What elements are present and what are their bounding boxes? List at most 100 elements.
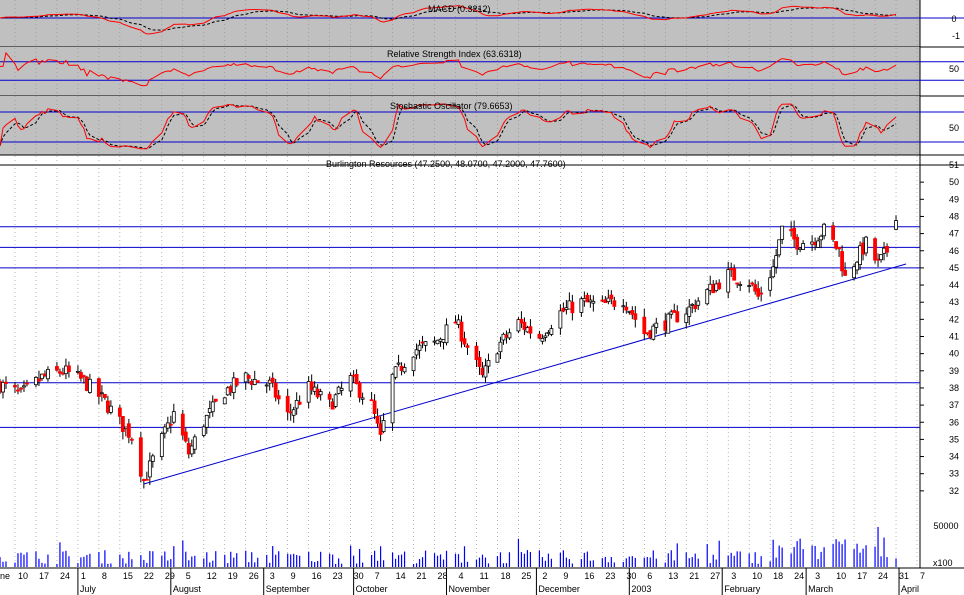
- candle-body-124: [519, 318, 524, 324]
- price-tick-39: 39: [949, 366, 959, 376]
- candle-body-106: [441, 339, 446, 343]
- candle-body-179: [750, 282, 755, 285]
- candle-body-176: [735, 282, 740, 285]
- candle-body-58: [243, 372, 248, 383]
- date-fragment-label: ne: [0, 571, 10, 581]
- candle-body-207: [864, 236, 868, 254]
- candle-body-157: [654, 322, 659, 328]
- candle-body-187: [780, 225, 785, 240]
- candle-body-91: [378, 423, 383, 435]
- candle-body-152: [633, 313, 638, 320]
- date-tick-label-28: 23: [605, 571, 615, 581]
- candle-body-82: [339, 388, 344, 391]
- candle-body-177: [738, 284, 743, 286]
- stock-chart: 3233343536373839404142434445464748495051…: [0, 0, 964, 595]
- candle-body-32: [129, 438, 134, 441]
- candle-body-121: [504, 334, 509, 338]
- candle-body-13: [55, 366, 59, 371]
- candle-body-118: [495, 353, 500, 363]
- candle-body-150: [627, 310, 632, 313]
- price-tick-46: 46: [949, 246, 959, 256]
- stochastic-title: Stochastic Oscillator (79.6653): [390, 101, 513, 111]
- candle-body-1: [1, 382, 5, 393]
- candle-body-119: [498, 341, 503, 353]
- date-tick-label-4: 8: [102, 571, 107, 581]
- date-tick-label-35: 10: [752, 571, 762, 581]
- candle-body-73: [306, 381, 311, 403]
- rsi-title: Relative Strength Index (63.6318): [387, 49, 522, 59]
- date-tick-label-26: 9: [563, 571, 568, 581]
- candle-body-145: [606, 297, 611, 302]
- date-tick-label-5: 15: [123, 571, 133, 581]
- price-tick-38: 38: [949, 383, 959, 393]
- candle-body-128: [537, 333, 542, 339]
- candle-body-122: [507, 332, 512, 339]
- candle-body-12: [46, 368, 50, 380]
- candle-body-68: [285, 395, 290, 413]
- candle-body-84: [351, 374, 356, 377]
- candle-body-126: [525, 327, 530, 333]
- month-label-7: February: [724, 584, 761, 594]
- date-tick-label-39: 10: [836, 571, 846, 581]
- price-tick-44: 44: [949, 280, 959, 290]
- candle-body-48: [201, 426, 206, 436]
- candle-body-4: [16, 389, 20, 392]
- candle-body-80: [333, 394, 338, 407]
- candle-body-163: [684, 313, 689, 323]
- candle-body-136: [567, 300, 572, 310]
- date-tick-label-32: 21: [689, 571, 699, 581]
- candle-body-62: [255, 380, 260, 383]
- candle-body-180: [753, 284, 758, 292]
- date-tick-label-1: 17: [39, 571, 49, 581]
- candle-body-195: [816, 240, 821, 248]
- candle-body-159: [666, 313, 671, 334]
- candle-body-132: [549, 328, 554, 335]
- candle-body-135: [564, 307, 569, 310]
- date-tick-label-10: 19: [228, 571, 238, 581]
- date-tick-label-23: 18: [500, 571, 510, 581]
- candle-body-95: [396, 362, 401, 365]
- date-tick-label-18: 14: [396, 571, 406, 581]
- date-tick-label-31: 13: [668, 571, 678, 581]
- candle-body-35: [144, 478, 149, 481]
- candle-body-45: [186, 442, 191, 455]
- price-tick-41: 41: [949, 332, 959, 342]
- candle-body-206: [861, 242, 865, 255]
- candle-body-100: [417, 344, 422, 351]
- candle-body-149: [624, 306, 629, 311]
- candle-body-125: [522, 321, 527, 330]
- candle-body-87: [360, 397, 365, 400]
- candle-body-24: [99, 392, 104, 395]
- stochastic-tick-50: 50: [949, 123, 959, 133]
- candle-body-51: [210, 401, 215, 413]
- candle-body-110: [459, 321, 464, 342]
- candle-body-172: [717, 282, 722, 290]
- rsi-tick-50: 50: [949, 64, 959, 74]
- candle-body-72: [297, 401, 302, 405]
- candle-body-143: [600, 299, 605, 302]
- candle-body-41: [168, 423, 173, 426]
- candle-body-127: [528, 326, 533, 334]
- candle-body-198: [831, 225, 835, 240]
- candle-body-43: [180, 413, 185, 436]
- date-tick-label-38: 3: [815, 571, 820, 581]
- candle-body-69: [288, 411, 293, 414]
- candle-body-109: [456, 319, 461, 325]
- candle-body-192: [801, 243, 806, 250]
- candle-body-175: [732, 268, 737, 281]
- price-tick-40: 40: [949, 349, 959, 359]
- candle-body-169: [708, 283, 713, 291]
- candle-body-86: [357, 382, 362, 398]
- candle-body-102: [423, 341, 428, 346]
- candle-body-139: [582, 298, 587, 302]
- price-tick-51: 51: [949, 160, 959, 170]
- candle-body-120: [501, 333, 506, 341]
- date-tick-label-40: 17: [857, 571, 867, 581]
- date-tick-label-15: 23: [333, 571, 343, 581]
- candle-body-81: [336, 386, 341, 394]
- candle-body-67: [276, 395, 281, 400]
- date-tick-label-0: 10: [18, 571, 28, 581]
- candle-body-36: [147, 460, 152, 478]
- candle-body-205: [858, 245, 862, 265]
- candle-body-44: [183, 431, 188, 442]
